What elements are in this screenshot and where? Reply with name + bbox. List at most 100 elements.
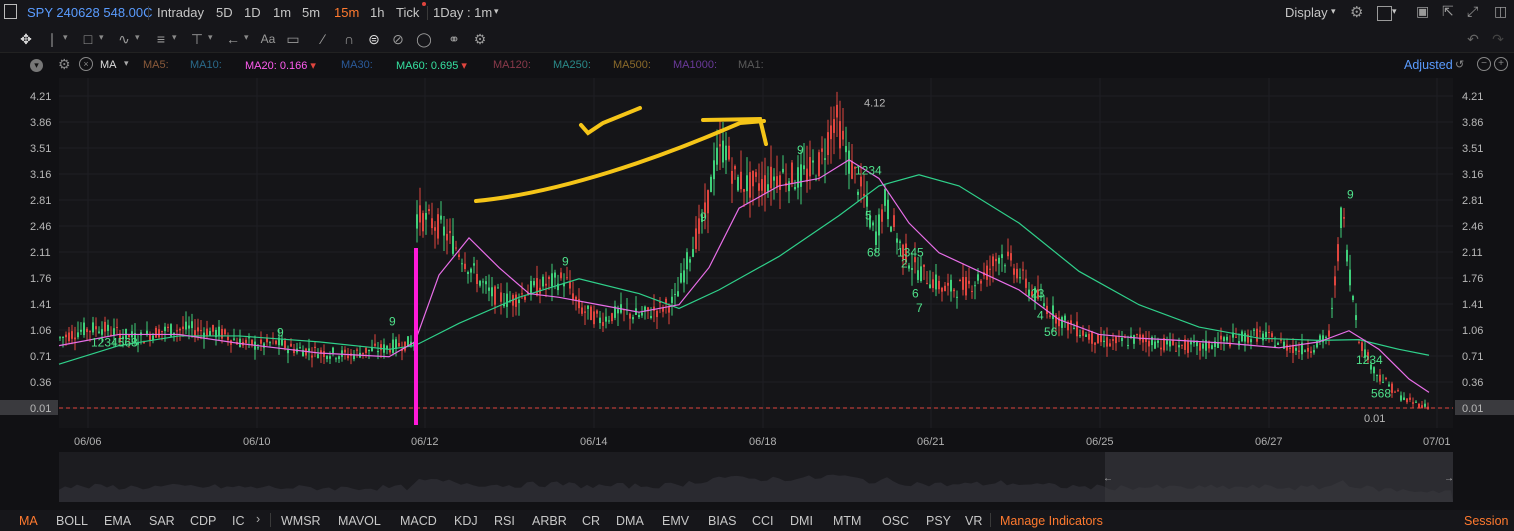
settings-icon[interactable]: ⚙	[58, 56, 71, 73]
candle-body	[677, 291, 679, 297]
indicator-mavol[interactable]: MAVOL	[338, 514, 381, 528]
right-handle-icon[interactable]: →	[1444, 473, 1454, 484]
hide-icon[interactable]: ⊘	[389, 30, 407, 48]
trash-icon[interactable]: ◯	[415, 30, 433, 48]
display-menu[interactable]: Display	[1285, 5, 1328, 20]
indicator-ema[interactable]: EMA	[104, 514, 131, 528]
ma-item-ma20[interactable]: MA20: 0.166 ▾	[245, 59, 316, 72]
lock-icon[interactable]: ⊜	[365, 30, 383, 48]
arrow-tool-icon[interactable]: ←	[224, 30, 242, 48]
candle-body	[1106, 337, 1108, 347]
candle-body	[1256, 328, 1258, 342]
indicator-bias[interactable]: BIAS	[708, 514, 737, 528]
ma-item-ma250[interactable]: MA250:	[553, 59, 591, 71]
indicator-macd[interactable]: MACD	[400, 514, 437, 528]
indicator-vr[interactable]: VR	[965, 514, 982, 528]
ma-item-ma5[interactable]: MA5:	[143, 59, 169, 71]
move-cross-icon[interactable]: ✥	[17, 30, 35, 48]
indicator-arbr[interactable]: ARBR	[532, 514, 567, 528]
ma-item-ma120[interactable]: MA120:	[493, 59, 531, 71]
adjusted-button[interactable]: Adjusted	[1404, 58, 1453, 72]
eraser-icon[interactable]: ∕	[314, 30, 332, 48]
link-icon[interactable]: ⚭	[445, 30, 463, 48]
tf-1d[interactable]: 1D	[244, 5, 261, 20]
plus-icon[interactable]: +	[1494, 57, 1508, 71]
candle-body	[1352, 295, 1354, 300]
tf-1h[interactable]: 1h	[370, 5, 384, 20]
time-navigator[interactable]: ← →	[59, 452, 1454, 502]
divider	[270, 513, 271, 527]
candle-body	[1340, 207, 1342, 228]
candle-body	[965, 277, 967, 296]
indicator-mtm[interactable]: MTM	[833, 514, 861, 528]
indicator-dma[interactable]: DMA	[616, 514, 644, 528]
comment-icon[interactable]: ▭	[284, 30, 302, 48]
manage-indicators-button[interactable]: Manage Indicators	[1000, 514, 1103, 528]
candle-body	[743, 189, 745, 192]
indicator-boll[interactable]: BOLL	[56, 514, 88, 528]
layout-box-icon[interactable]	[1377, 6, 1392, 21]
text-tool-icon[interactable]: Aa	[259, 30, 277, 48]
ma-item-ma1000[interactable]: MA1000:	[673, 59, 717, 71]
ma-item-ma500[interactable]: MA500:	[613, 59, 651, 71]
candle-body	[728, 145, 730, 160]
ma-type-select[interactable]: MA	[100, 59, 117, 71]
tf-1m[interactable]: 1m	[273, 5, 291, 20]
tf-5m[interactable]: 5m	[302, 5, 320, 20]
session-button[interactable]: Session	[1464, 514, 1508, 528]
indicator-sar[interactable]: SAR	[149, 514, 175, 528]
crosshair-icon[interactable]: ∣	[43, 30, 61, 48]
indicator-cci[interactable]: CCI	[752, 514, 774, 528]
indicator-cr[interactable]: CR	[582, 514, 600, 528]
indicator-dmi[interactable]: DMI	[790, 514, 813, 528]
panel-icon[interactable]: ◫	[1494, 3, 1507, 20]
tf-15m[interactable]: 15m	[334, 5, 359, 20]
tf-intraday[interactable]: Intraday	[157, 5, 204, 20]
restore-icon[interactable]: ↺	[1455, 58, 1467, 72]
candle-body	[968, 280, 970, 284]
candle-body	[755, 172, 757, 177]
indicator-rsi[interactable]: RSI	[494, 514, 515, 528]
indicator-kdj[interactable]: KDJ	[454, 514, 478, 528]
chevron-right-icon[interactable]: ›	[256, 512, 260, 526]
navigator-window[interactable]	[1105, 452, 1453, 502]
minus-icon[interactable]: −	[1477, 57, 1491, 71]
symbol-title[interactable]: SPY 240628 548.00C	[27, 5, 153, 20]
left-handle-icon[interactable]: ←	[1103, 473, 1113, 484]
settings-icon[interactable]: ⚙	[471, 30, 489, 48]
indicator-cdp[interactable]: CDP	[190, 514, 216, 528]
ma-item-ma10[interactable]: MA10:	[190, 59, 222, 71]
magnet-icon[interactable]: ∩	[340, 30, 358, 48]
indicator-ma[interactable]: MA	[19, 514, 38, 528]
ma-item-ma30[interactable]: MA30:	[341, 59, 373, 71]
indicator-ic[interactable]: IC	[232, 514, 245, 528]
collapse-icon[interactable]: ▾	[30, 59, 43, 72]
x-tick-label: 06/12	[411, 436, 439, 448]
close-icon[interactable]: ×	[79, 57, 93, 71]
candle-body	[995, 258, 997, 262]
rectangle-tool-icon[interactable]: □	[79, 30, 97, 48]
tf-5d[interactable]: 5D	[216, 5, 233, 20]
indicator-psy[interactable]: PSY	[926, 514, 951, 528]
ma-item-ma60[interactable]: MA60: 0.695 ▾	[396, 59, 467, 72]
settings-gear-icon[interactable]: ⚙	[1350, 3, 1363, 21]
fibonacci-icon[interactable]: ≡	[152, 30, 170, 48]
indicator-wmsr[interactable]: WMSR	[281, 514, 321, 528]
undo-icon[interactable]: ↶	[1464, 30, 1482, 48]
range-select[interactable]: 1Day : 1m	[433, 5, 492, 20]
indicator-emv[interactable]: EMV	[662, 514, 689, 528]
share-icon[interactable]: ⇱	[1442, 3, 1454, 20]
measure-icon[interactable]: ⊤	[188, 30, 206, 48]
price-chart[interactable]: 4.21 3.86 3.51 3.16 2.81 2.46 2.11 1.76 1.41 1.06…	[0, 78, 1514, 450]
candle-body	[1052, 305, 1054, 320]
tf-tick[interactable]: Tick	[396, 5, 419, 20]
candle-body	[1082, 330, 1084, 336]
ma-item-ma1[interactable]: MA1:	[738, 59, 764, 71]
indicator-osc[interactable]: OSC	[882, 514, 909, 528]
wave-tool-icon[interactable]: ∿	[115, 30, 133, 48]
camera-icon[interactable]: ▣	[1416, 3, 1429, 20]
redo-icon[interactable]: ↷	[1489, 30, 1507, 48]
fullscreen-icon[interactable]: ⤢	[1467, 3, 1478, 20]
sidebar-toggle-icon[interactable]	[4, 4, 17, 19]
candle-body	[461, 263, 463, 265]
